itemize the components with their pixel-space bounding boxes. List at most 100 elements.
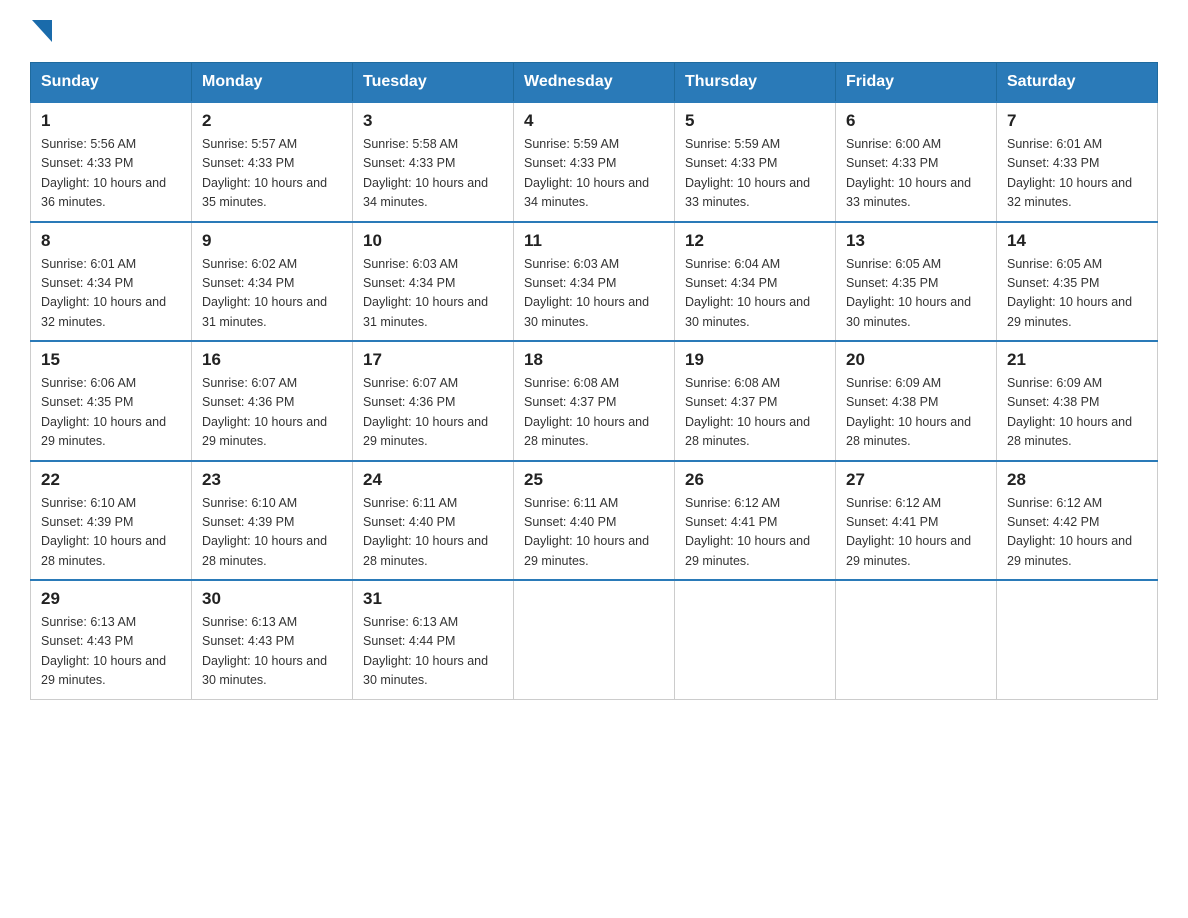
header-wednesday: Wednesday bbox=[514, 63, 675, 103]
calendar-cell: 29 Sunrise: 6:13 AMSunset: 4:43 PMDayligh… bbox=[31, 580, 192, 699]
calendar-cell: 18 Sunrise: 6:08 AMSunset: 4:37 PMDayligh… bbox=[514, 341, 675, 461]
day-info: Sunrise: 6:00 AMSunset: 4:33 PMDaylight:… bbox=[846, 135, 986, 213]
header-monday: Monday bbox=[192, 63, 353, 103]
calendar-cell: 24Sunrise: 6:11 AMSunset: 4:40 PMDayligh… bbox=[353, 461, 514, 581]
calendar-cell: 15Sunrise: 6:06 AMSunset: 4:35 PMDayligh… bbox=[31, 341, 192, 461]
day-info: Sunrise: 6:13 AMSunset: 4:44 PMDaylight:… bbox=[363, 613, 503, 691]
calendar-cell: 14 Sunrise: 6:05 AMSunset: 4:35 PMDayligh… bbox=[997, 222, 1158, 342]
day-number: 21 bbox=[1007, 350, 1147, 370]
day-info: Sunrise: 6:08 AMSunset: 4:37 PMDaylight:… bbox=[524, 374, 664, 452]
day-number: 1 bbox=[41, 111, 181, 131]
calendar-cell: 11 Sunrise: 6:03 AMSunset: 4:34 PMDayligh… bbox=[514, 222, 675, 342]
day-info: Sunrise: 6:05 AMSunset: 4:35 PMDaylight:… bbox=[1007, 255, 1147, 333]
day-number: 4 bbox=[524, 111, 664, 131]
calendar-cell: 26 Sunrise: 6:12 AMSunset: 4:41 PMDayligh… bbox=[675, 461, 836, 581]
day-number: 24 bbox=[363, 470, 503, 490]
calendar-cell bbox=[514, 580, 675, 699]
day-info: Sunrise: 5:56 AMSunset: 4:33 PMDaylight:… bbox=[41, 135, 181, 213]
day-info: Sunrise: 6:05 AMSunset: 4:35 PMDaylight:… bbox=[846, 255, 986, 333]
calendar-cell: 12Sunrise: 6:04 AMSunset: 4:34 PMDayligh… bbox=[675, 222, 836, 342]
day-info: Sunrise: 6:13 AMSunset: 4:43 PMDaylight:… bbox=[202, 613, 342, 691]
day-number: 25 bbox=[524, 470, 664, 490]
week-row-4: 22 Sunrise: 6:10 AMSunset: 4:39 PMDayligh… bbox=[31, 461, 1158, 581]
day-info: Sunrise: 6:12 AMSunset: 4:41 PMDaylight:… bbox=[685, 494, 825, 572]
day-info: Sunrise: 6:10 AMSunset: 4:39 PMDaylight:… bbox=[41, 494, 181, 572]
calendar-cell: 9 Sunrise: 6:02 AMSunset: 4:34 PMDaylight… bbox=[192, 222, 353, 342]
calendar-cell: 25 Sunrise: 6:11 AMSunset: 4:40 PMDayligh… bbox=[514, 461, 675, 581]
calendar-cell: 7Sunrise: 6:01 AMSunset: 4:33 PMDaylight… bbox=[997, 102, 1158, 222]
calendar-cell: 8 Sunrise: 6:01 AMSunset: 4:34 PMDaylight… bbox=[31, 222, 192, 342]
day-number: 14 bbox=[1007, 231, 1147, 251]
calendar-cell: 10 Sunrise: 6:03 AMSunset: 4:34 PMDayligh… bbox=[353, 222, 514, 342]
day-info: Sunrise: 6:12 AMSunset: 4:42 PMDaylight:… bbox=[1007, 494, 1147, 572]
day-number: 3 bbox=[363, 111, 503, 131]
day-info: Sunrise: 6:11 AMSunset: 4:40 PMDaylight:… bbox=[524, 494, 664, 572]
calendar-cell: 17 Sunrise: 6:07 AMSunset: 4:36 PMDayligh… bbox=[353, 341, 514, 461]
day-info: Sunrise: 6:10 AMSunset: 4:39 PMDaylight:… bbox=[202, 494, 342, 572]
day-number: 5 bbox=[685, 111, 825, 131]
day-number: 22 bbox=[41, 470, 181, 490]
logo-triangle-icon bbox=[32, 20, 52, 42]
day-info: Sunrise: 5:57 AMSunset: 4:33 PMDaylight:… bbox=[202, 135, 342, 213]
day-info: Sunrise: 6:09 AMSunset: 4:38 PMDaylight:… bbox=[1007, 374, 1147, 452]
day-number: 8 bbox=[41, 231, 181, 251]
page-header bbox=[30, 20, 1158, 42]
calendar-cell: 5 Sunrise: 5:59 AMSunset: 4:33 PMDaylight… bbox=[675, 102, 836, 222]
day-number: 11 bbox=[524, 231, 664, 251]
calendar-cell: 20Sunrise: 6:09 AMSunset: 4:38 PMDayligh… bbox=[836, 341, 997, 461]
calendar-cell: 23 Sunrise: 6:10 AMSunset: 4:39 PMDayligh… bbox=[192, 461, 353, 581]
day-number: 30 bbox=[202, 589, 342, 609]
day-number: 10 bbox=[363, 231, 503, 251]
day-info: Sunrise: 6:03 AMSunset: 4:34 PMDaylight:… bbox=[524, 255, 664, 333]
logo bbox=[30, 20, 52, 42]
header-sunday: Sunday bbox=[31, 63, 192, 103]
day-number: 17 bbox=[363, 350, 503, 370]
header-thursday: Thursday bbox=[675, 63, 836, 103]
day-number: 26 bbox=[685, 470, 825, 490]
day-number: 9 bbox=[202, 231, 342, 251]
day-number: 29 bbox=[41, 589, 181, 609]
calendar-cell: 6 Sunrise: 6:00 AMSunset: 4:33 PMDaylight… bbox=[836, 102, 997, 222]
day-number: 19 bbox=[685, 350, 825, 370]
day-info: Sunrise: 6:07 AMSunset: 4:36 PMDaylight:… bbox=[363, 374, 503, 452]
day-info: Sunrise: 6:02 AMSunset: 4:34 PMDaylight:… bbox=[202, 255, 342, 333]
day-info: Sunrise: 5:59 AMSunset: 4:33 PMDaylight:… bbox=[524, 135, 664, 213]
day-info: Sunrise: 6:06 AMSunset: 4:35 PMDaylight:… bbox=[41, 374, 181, 452]
calendar-cell: 16Sunrise: 6:07 AMSunset: 4:36 PMDayligh… bbox=[192, 341, 353, 461]
calendar-cell: 31 Sunrise: 6:13 AMSunset: 4:44 PMDayligh… bbox=[353, 580, 514, 699]
day-info: Sunrise: 6:03 AMSunset: 4:34 PMDaylight:… bbox=[363, 255, 503, 333]
day-info: Sunrise: 6:07 AMSunset: 4:36 PMDaylight:… bbox=[202, 374, 342, 452]
calendar-cell: 21 Sunrise: 6:09 AMSunset: 4:38 PMDayligh… bbox=[997, 341, 1158, 461]
calendar-cell: 4 Sunrise: 5:59 AMSunset: 4:33 PMDaylight… bbox=[514, 102, 675, 222]
calendar-cell: 2 Sunrise: 5:57 AMSunset: 4:33 PMDaylight… bbox=[192, 102, 353, 222]
calendar-cell bbox=[997, 580, 1158, 699]
day-number: 31 bbox=[363, 589, 503, 609]
day-info: Sunrise: 6:01 AMSunset: 4:34 PMDaylight:… bbox=[41, 255, 181, 333]
calendar-cell bbox=[836, 580, 997, 699]
day-info: Sunrise: 6:04 AMSunset: 4:34 PMDaylight:… bbox=[685, 255, 825, 333]
day-number: 6 bbox=[846, 111, 986, 131]
day-number: 2 bbox=[202, 111, 342, 131]
calendar-cell bbox=[675, 580, 836, 699]
week-row-1: 1 Sunrise: 5:56 AMSunset: 4:33 PMDaylight… bbox=[31, 102, 1158, 222]
day-info: Sunrise: 6:09 AMSunset: 4:38 PMDaylight:… bbox=[846, 374, 986, 452]
header-saturday: Saturday bbox=[997, 63, 1158, 103]
calendar-cell: 3Sunrise: 5:58 AMSunset: 4:33 PMDaylight… bbox=[353, 102, 514, 222]
calendar-cell: 27Sunrise: 6:12 AMSunset: 4:41 PMDayligh… bbox=[836, 461, 997, 581]
calendar-table: SundayMondayTuesdayWednesdayThursdayFrid… bbox=[30, 62, 1158, 700]
day-number: 18 bbox=[524, 350, 664, 370]
day-number: 23 bbox=[202, 470, 342, 490]
calendar-cell: 28 Sunrise: 6:12 AMSunset: 4:42 PMDayligh… bbox=[997, 461, 1158, 581]
day-info: Sunrise: 6:13 AMSunset: 4:43 PMDaylight:… bbox=[41, 613, 181, 691]
day-number: 28 bbox=[1007, 470, 1147, 490]
calendar-cell: 30 Sunrise: 6:13 AMSunset: 4:43 PMDayligh… bbox=[192, 580, 353, 699]
header-tuesday: Tuesday bbox=[353, 63, 514, 103]
day-number: 7 bbox=[1007, 111, 1147, 131]
calendar-cell: 1 Sunrise: 5:56 AMSunset: 4:33 PMDaylight… bbox=[31, 102, 192, 222]
day-number: 27 bbox=[846, 470, 986, 490]
day-number: 13 bbox=[846, 231, 986, 251]
calendar-cell: 22 Sunrise: 6:10 AMSunset: 4:39 PMDayligh… bbox=[31, 461, 192, 581]
calendar-cell: 13 Sunrise: 6:05 AMSunset: 4:35 PMDayligh… bbox=[836, 222, 997, 342]
day-info: Sunrise: 6:08 AMSunset: 4:37 PMDaylight:… bbox=[685, 374, 825, 452]
day-info: Sunrise: 5:59 AMSunset: 4:33 PMDaylight:… bbox=[685, 135, 825, 213]
